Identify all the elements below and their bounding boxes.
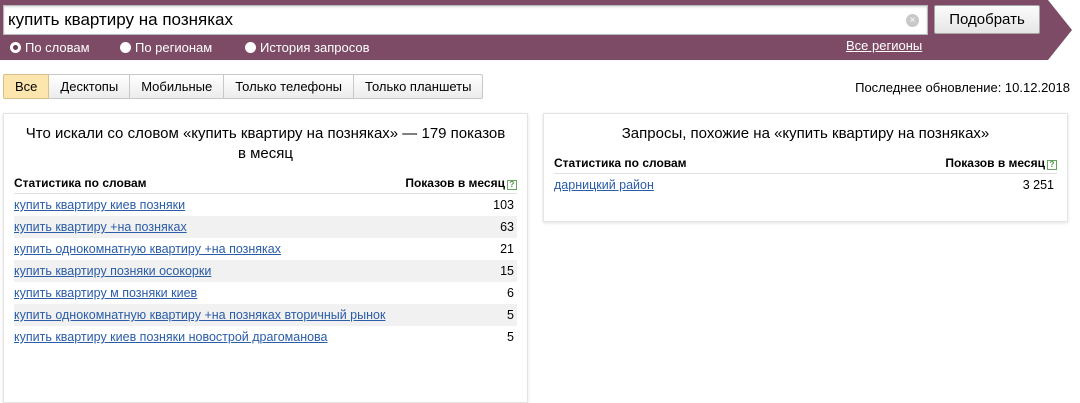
keyword-link[interactable]: купить однокомнатную квартиру +на позняк… [14,308,385,322]
column-words: Статистика по словам [554,156,687,170]
search-input[interactable] [8,6,888,34]
radio-label: По словам [25,39,90,55]
radio-label: По регионам [135,39,213,55]
column-words: Статистика по словам [14,176,147,190]
impressions-count: 21 [500,242,514,256]
table-row: купить квартиру киев позняки 103 [14,194,517,216]
column-impressions: Показов в месяц? [945,154,1057,173]
keyword-link[interactable]: купить квартиру позняки осокорки [14,264,211,278]
radio-label: История запросов [260,39,370,55]
column-impressions-label: Показов в месяц [945,156,1045,170]
column-impressions: Показов в месяц? [405,174,517,193]
impressions-count: 3 251 [1022,178,1054,192]
impressions-count: 5 [507,308,514,322]
panel-title: Что искали со словом «купить квартиру на… [25,125,506,162]
keyword-link[interactable]: купить квартиру м позняки киев [14,286,197,300]
words-panel: Что искали со словом «купить квартиру на… [3,113,528,403]
column-impressions-label: Показов в месяц [405,176,505,190]
keyword-link[interactable]: купить квартиру киев позняки [14,198,185,212]
keyword-link[interactable]: купить однокомнатную квартиру +на позняк… [14,242,281,256]
table-row: купить однокомнатную квартиру +на позняк… [14,238,517,260]
keyword-link[interactable]: купить квартиру киев позняки новострой д… [14,330,328,344]
table-row: купить квартиру м позняки киев 6 [14,282,517,304]
impressions-count: 6 [507,286,514,300]
search-box: × [3,5,928,35]
impressions-count: 63 [500,220,514,234]
similar-queries-panel: Запросы, похожие на «купить квартиру на … [543,113,1068,222]
all-regions-link[interactable]: Все регионы [846,38,922,53]
device-tabs: Все Десктопы Мобильные Только телефоны Т… [3,74,484,99]
radio-by-regions[interactable]: По регионам [120,38,212,56]
table-row: купить квартиру +на позняках 63 [14,216,517,238]
table-row: купить квартиру позняки осокорки 15 [14,260,517,282]
help-icon[interactable]: ? [1047,160,1057,170]
table-header: Статистика по словам Показов в месяц? [14,174,517,194]
table-header: Статистика по словам Показов в месяц? [554,154,1057,174]
radio-by-words[interactable]: По словам [10,38,90,56]
keyword-link[interactable]: купить квартиру +на позняках [14,220,187,234]
pick-button[interactable]: Подобрать [934,5,1040,34]
tab-mobile[interactable]: Мобильные [130,74,225,99]
clear-icon[interactable]: × [906,14,919,27]
impressions-count: 103 [493,198,514,212]
table-row: купить однокомнатную квартиру +на позняк… [14,304,517,326]
last-update-text: Последнее обновление: 10.12.2018 [855,80,1070,95]
table-row: дарницкий район 3 251 [554,174,1057,196]
radio-query-history[interactable]: История запросов [245,38,370,56]
radio-checked-icon[interactable] [10,41,21,53]
table-row: купить квартиру киев позняки новострой д… [14,326,517,348]
impressions-count: 15 [500,264,514,278]
radio-unchecked-icon[interactable] [245,41,256,53]
keyword-link[interactable]: дарницкий район [554,178,654,192]
tab-all[interactable]: Все [3,74,50,99]
radio-unchecked-icon[interactable] [120,41,131,53]
help-icon[interactable]: ? [507,180,517,190]
search-header: × Подобрать По словам По регионам Истори… [0,0,1080,60]
last-update: Последнее обновление: 10.12.2018 [855,80,1070,95]
panel-title: Запросы, похожие на «купить квартиру на … [621,125,990,142]
tab-desktops[interactable]: Десктопы [49,74,131,99]
tab-phones-only[interactable]: Только телефоны [224,74,355,99]
impressions-count: 5 [507,330,514,344]
tab-tablets-only[interactable]: Только планшеты [354,74,484,99]
